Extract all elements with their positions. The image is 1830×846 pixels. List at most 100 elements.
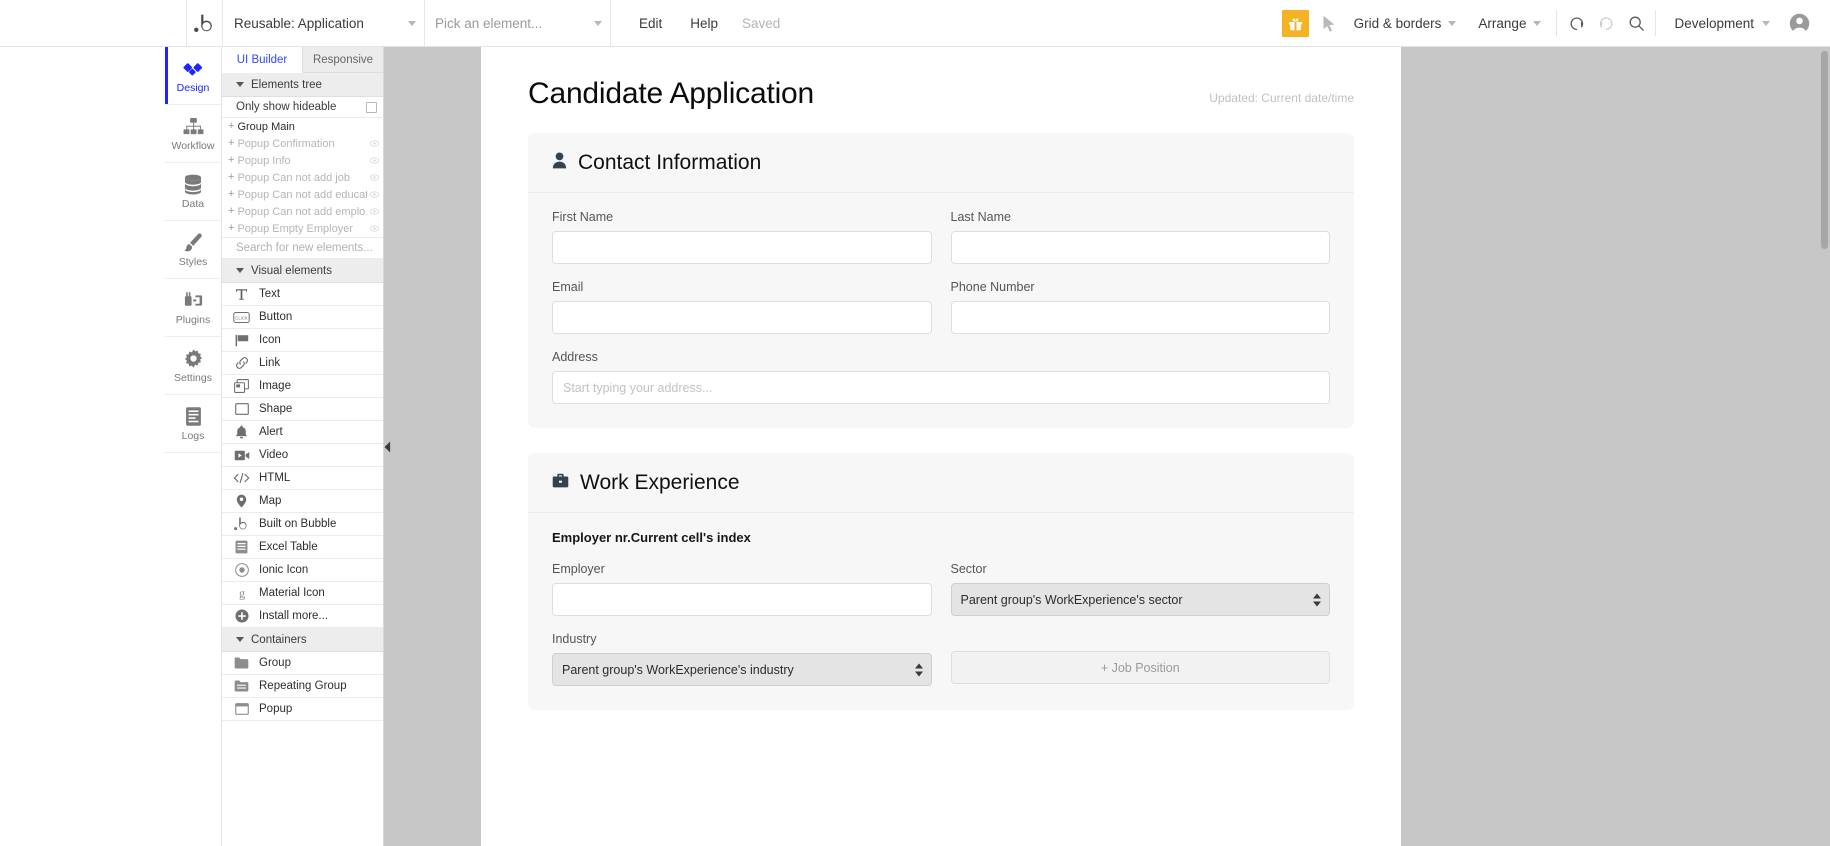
updated-timestamp: Updated: Current date/time	[1209, 91, 1354, 111]
pointer-cursor-icon[interactable]	[1315, 15, 1343, 32]
element-item-video[interactable]: Video	[222, 444, 383, 467]
element-item-install-more[interactable]: Install more...	[222, 605, 383, 628]
job-position-label-spacer	[951, 632, 1331, 651]
canvas-scrollbar-thumb[interactable]	[1821, 51, 1828, 249]
container-item-label: Group	[259, 657, 291, 669]
menu-item-edit[interactable]: Edit	[625, 0, 676, 47]
tree-item-group-main[interactable]: + Group Main	[222, 118, 383, 135]
phone-number-input[interactable]	[951, 301, 1331, 334]
app-name-dropdown[interactable]: Reusable: Application	[222, 0, 424, 46]
expand-plus-icon[interactable]: +	[228, 223, 234, 234]
design-icon	[183, 57, 204, 79]
element-item-map[interactable]: Map	[222, 490, 383, 513]
job-position-group: + Job Position	[951, 632, 1331, 686]
containers-section-label: Containers	[251, 634, 307, 646]
element-item-text[interactable]: Text	[222, 283, 383, 306]
tree-item-popup-can-not-add-job[interactable]: + Popup Can not add job	[222, 169, 383, 186]
sidebar-item-logs[interactable]: Logs	[165, 395, 221, 453]
eye-icon[interactable]	[370, 225, 379, 232]
arrange-dropdown[interactable]: Arrange	[1467, 16, 1552, 31]
element-item-alert[interactable]: Alert	[222, 421, 383, 444]
elements-tree-section-header[interactable]: Elements tree	[222, 73, 383, 97]
element-item-excel-table[interactable]: Excel Table	[222, 536, 383, 559]
element-item-button[interactable]: CLICK Button	[222, 306, 383, 329]
eye-icon[interactable]	[370, 191, 379, 198]
user-avatar-icon[interactable]	[1782, 13, 1816, 34]
search-icon[interactable]	[1621, 0, 1651, 47]
tree-item-popup-confirmation[interactable]: + Popup Confirmation	[222, 135, 383, 152]
container-item-popup[interactable]: Popup	[222, 698, 383, 721]
sidebar-item-styles[interactable]: Styles	[165, 221, 221, 279]
tab-ui-builder[interactable]: UI Builder	[222, 47, 303, 73]
sidebar-item-settings[interactable]: Settings	[165, 337, 221, 395]
element-item-material-icon[interactable]: g Material Icon	[222, 582, 383, 605]
app-name-label: Reusable: Application	[234, 16, 402, 31]
expand-plus-icon[interactable]: +	[228, 155, 234, 166]
element-item-html[interactable]: HTML	[222, 467, 383, 490]
email-field[interactable]	[552, 301, 932, 334]
element-item-link[interactable]: Link	[222, 352, 383, 375]
editor-body: Design Workflow	[0, 47, 1830, 846]
eye-icon[interactable]	[370, 140, 379, 147]
eye-icon[interactable]	[370, 208, 379, 215]
containers-section-header[interactable]: Containers	[222, 628, 383, 652]
sidebar-item-design[interactable]: Design	[165, 47, 221, 105]
canvas-scrollbar[interactable]	[1821, 51, 1828, 842]
video-icon	[233, 450, 250, 461]
page-content: Candidate Application Updated: Current d…	[481, 47, 1401, 710]
grid-borders-dropdown[interactable]: Grid & borders	[1343, 16, 1468, 31]
container-item-group[interactable]: Group	[222, 652, 383, 675]
only-show-hideable-checkbox[interactable]	[366, 102, 377, 113]
element-item-shape[interactable]: Shape	[222, 398, 383, 421]
element-item-icon[interactable]: Icon	[222, 329, 383, 352]
visual-elements-list: Text CLICK Button Icon	[222, 283, 383, 628]
version-dropdown[interactable]: Development	[1660, 16, 1782, 31]
eye-icon[interactable]	[370, 157, 379, 164]
tree-item-popup-can-not-add-education[interactable]: + Popup Can not add educati...	[222, 186, 383, 203]
sidebar-item-label: Workflow	[172, 140, 215, 152]
toolbar-divider	[1655, 10, 1656, 36]
phone-number-label: Phone Number	[951, 280, 1331, 294]
expand-plus-icon[interactable]: +	[228, 138, 234, 149]
employer-input[interactable]	[552, 583, 932, 616]
container-item-repeating-group[interactable]: Repeating Group	[222, 675, 383, 698]
tree-item-popup-info[interactable]: + Popup Info	[222, 152, 383, 169]
sidebar-item-data[interactable]: Data	[165, 163, 221, 221]
version-label: Development	[1674, 16, 1754, 31]
visual-elements-section-label: Visual elements	[251, 265, 332, 277]
tab-responsive[interactable]: Responsive	[303, 47, 383, 72]
menu-item-help[interactable]: Help	[676, 0, 732, 47]
redo-icon[interactable]	[1591, 0, 1621, 47]
only-show-hideable-row[interactable]: Only show hideable	[222, 97, 383, 118]
industry-dropdown[interactable]: Parent group's WorkExperience's industry	[552, 653, 932, 686]
last-name-group: Last Name	[951, 210, 1331, 264]
expand-plus-icon[interactable]: +	[228, 121, 234, 132]
tree-item-popup-can-not-add-employer[interactable]: + Popup Can not add emplo...	[222, 203, 383, 220]
tree-item-popup-empty-employer[interactable]: + Popup Empty Employer	[222, 220, 383, 237]
address-input[interactable]	[552, 371, 1330, 404]
last-name-input[interactable]	[951, 231, 1331, 264]
gift-icon[interactable]	[1282, 10, 1309, 37]
expand-plus-icon[interactable]: +	[228, 206, 234, 217]
undo-icon[interactable]	[1561, 0, 1591, 47]
element-item-label: Video	[259, 449, 288, 461]
industry-label: Industry	[552, 632, 932, 646]
expand-plus-icon[interactable]: +	[228, 189, 234, 200]
visual-elements-section-header[interactable]: Visual elements	[222, 259, 383, 283]
element-picker-dropdown[interactable]: Pick an element...	[424, 0, 610, 46]
bubble-logo-icon[interactable]	[186, 0, 222, 46]
element-item-image[interactable]: Image	[222, 375, 383, 398]
eye-icon[interactable]	[370, 174, 379, 181]
element-item-ionic-icon[interactable]: Ionic Icon	[222, 559, 383, 582]
element-item-label: Ionic Icon	[259, 564, 308, 576]
sidebar-item-plugins[interactable]: Plugins	[165, 279, 221, 337]
element-item-built-on-bubble[interactable]: Built on Bubble	[222, 513, 383, 536]
sidebar-item-workflow[interactable]: Workflow	[165, 105, 221, 163]
add-job-position-button[interactable]: + Job Position	[951, 651, 1331, 684]
bubble-logo-icon	[233, 517, 250, 531]
search-new-elements-input[interactable]: Search for new elements...	[222, 237, 383, 259]
expand-plus-icon[interactable]: +	[228, 172, 234, 183]
first-name-input[interactable]	[552, 231, 932, 264]
sector-dropdown[interactable]: Parent group's WorkExperience's sector	[951, 583, 1331, 616]
panel-collapse-handle[interactable]	[383, 436, 392, 458]
